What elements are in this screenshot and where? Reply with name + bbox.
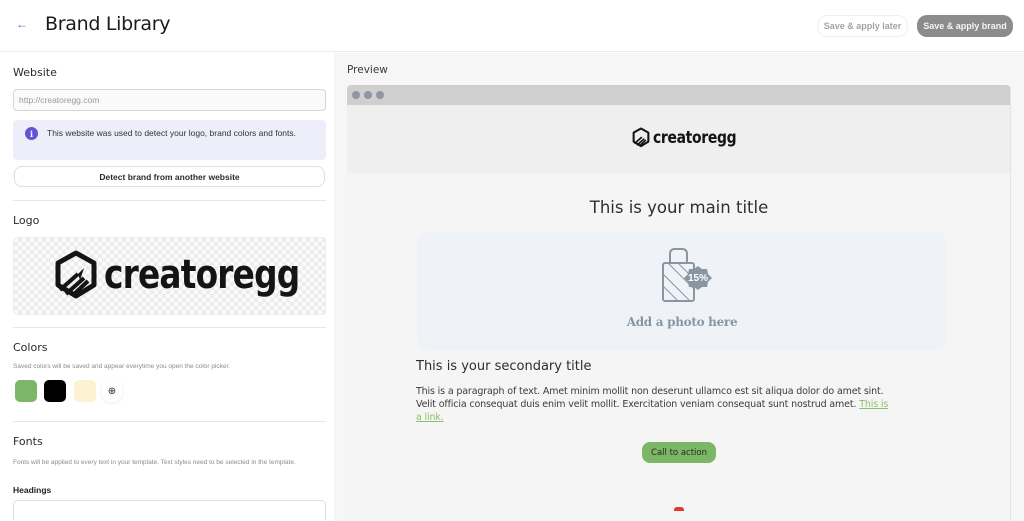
website-info-box: i This website was used to detect your l… <box>13 120 326 160</box>
email-header: creatoregg <box>347 105 1010 173</box>
website-section-title: Website <box>13 66 57 79</box>
plus-circle-icon: ⊕ <box>107 385 117 397</box>
browser-bar <box>347 85 1010 105</box>
window-dot-icon <box>352 91 360 99</box>
save-apply-later-button[interactable]: Save & apply later <box>817 15 908 37</box>
brand-settings-panel: Website http://creatoregg.com i This web… <box>0 53 334 521</box>
logo-upload-area[interactable]: creatoregg <box>13 237 326 315</box>
website-url-input[interactable]: http://creatoregg.com <box>13 89 326 111</box>
window-dot-icon <box>376 91 384 99</box>
color-swatch-cream[interactable] <box>74 380 96 402</box>
logo-section-title: Logo <box>13 214 40 227</box>
hexagon-logo-icon <box>632 127 650 148</box>
paragraph-text: This is a paragraph of text. Amet minim … <box>416 386 884 410</box>
info-text: This website was used to detect your log… <box>47 128 296 138</box>
discount-badge-text: 15% <box>688 273 708 284</box>
divider <box>13 327 326 328</box>
save-apply-brand-button[interactable]: Save & apply brand <box>917 15 1013 37</box>
main-title: This is your main title <box>589 198 769 217</box>
red-indicator <box>674 507 684 511</box>
window-dot-icon <box>364 91 372 99</box>
arrow-left-icon[interactable]: ← <box>16 17 28 31</box>
hexagon-logo-icon <box>55 250 97 299</box>
preview-panel: Preview creatoregg This is your main tit… <box>334 53 1024 521</box>
info-icon: i <box>25 127 38 140</box>
colors-section-title: Colors <box>13 341 48 354</box>
top-header: ← Brand Library Save & apply later Save … <box>0 0 1024 52</box>
photo-placeholder[interactable]: 15% Add a photo here <box>417 232 947 350</box>
page-title: Brand Library <box>45 13 171 35</box>
color-swatch-black[interactable] <box>44 380 66 402</box>
detect-brand-button[interactable]: Detect brand from another website <box>14 166 325 187</box>
secondary-title: This is your secondary title <box>416 359 592 374</box>
headings-label: Headings <box>13 485 52 495</box>
divider <box>13 421 326 422</box>
fonts-description: Fonts will be applied to every text in y… <box>13 459 296 466</box>
headings-font-select[interactable] <box>13 500 326 520</box>
fonts-section-title: Fonts <box>13 435 43 448</box>
call-to-action-button[interactable]: Call to action <box>642 442 716 463</box>
body-paragraph: This is a paragraph of text. Amet minim … <box>416 385 891 424</box>
color-swatch-green[interactable] <box>15 380 37 402</box>
logo-wordmark: creatoregg <box>104 252 300 298</box>
add-color-button[interactable]: ⊕ <box>102 380 122 402</box>
add-photo-text: Add a photo here <box>626 315 738 329</box>
brand-logo: creatoregg <box>54 250 342 300</box>
logo-wordmark: creatoregg <box>653 127 737 148</box>
preview-logo: creatoregg <box>632 127 755 148</box>
browser-preview-frame: creatoregg This is your main title 15% A… <box>347 85 1011 521</box>
colors-description: Saved colors will be saved and appear ev… <box>13 363 231 370</box>
divider <box>13 200 326 201</box>
preview-label: Preview <box>347 64 388 76</box>
shopping-bag-icon: 15% <box>662 248 712 302</box>
